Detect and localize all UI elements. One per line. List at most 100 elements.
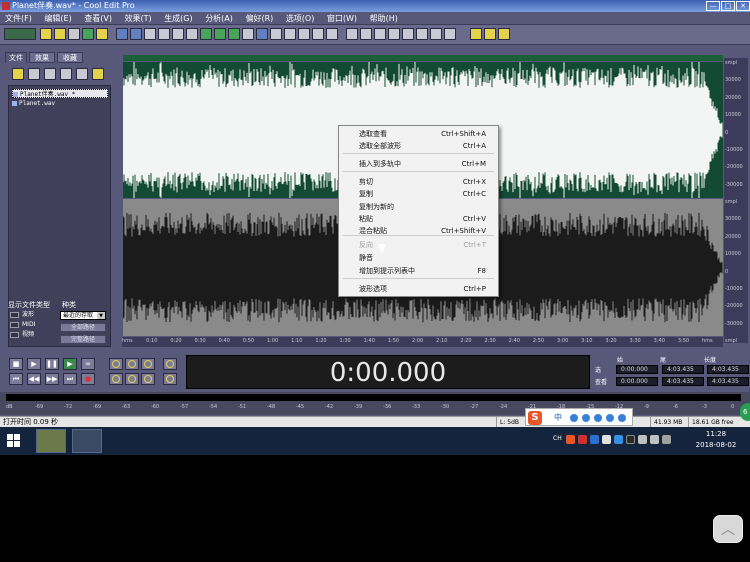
notification-bubble[interactable]: 6 — [740, 403, 750, 421]
menu-options[interactable]: 选项(O) — [281, 12, 320, 25]
play-to-end-button[interactable]: ▶ — [63, 358, 77, 370]
zoom-out-icon[interactable] — [125, 358, 139, 370]
zoom-in-icon[interactable] — [109, 358, 123, 370]
loop-icon[interactable] — [228, 28, 240, 40]
type-midi-checkbox[interactable]: MIDI — [10, 321, 35, 329]
context-menu-item[interactable]: 波形选项 Ctrl+P — [339, 283, 498, 295]
redo-icon[interactable] — [130, 28, 142, 40]
menu-generate[interactable]: 生成(G) — [159, 12, 197, 25]
display-tray-icon[interactable] — [626, 435, 635, 444]
spectral-view-icon[interactable] — [284, 28, 296, 40]
pause-button[interactable]: ❚❚ — [45, 358, 59, 370]
play-button[interactable]: ▶ — [27, 358, 41, 370]
minimize-button[interactable]: — — [706, 1, 720, 11]
zoom-vertical-in-icon[interactable] — [163, 358, 177, 370]
sort-select[interactable]: 最近的存取 ▼ — [60, 311, 106, 320]
context-menu-item[interactable]: 增加到提示列表中 F8 — [339, 265, 498, 277]
go-to-start-button[interactable]: ⏮ — [9, 373, 23, 385]
insert-multitrack-button[interactable] — [60, 68, 72, 80]
taskbar-clock[interactable]: 11:28 2018-08-02 — [693, 429, 739, 453]
snap-icon[interactable] — [312, 28, 324, 40]
language-indicator[interactable]: CH — [553, 435, 562, 442]
marker-icon[interactable] — [298, 28, 310, 40]
chevron-up-icon[interactable]: ︿ — [713, 515, 743, 543]
transport-icon[interactable] — [388, 28, 400, 40]
zoom-right-edge-icon[interactable] — [141, 373, 155, 385]
volume-icon[interactable] — [638, 435, 647, 444]
record-options-icon[interactable] — [470, 28, 482, 40]
view-end-field[interactable]: 4:03.435 — [662, 377, 704, 386]
ime-language-toggle[interactable]: 中 — [554, 412, 562, 423]
file-explorer-taskbar-icon[interactable] — [36, 429, 66, 453]
menu-edit[interactable]: 编辑(E) — [39, 12, 76, 25]
waveform-view-icon[interactable] — [270, 28, 282, 40]
context-menu-item[interactable]: 复制 Ctrl+C — [339, 188, 498, 200]
punctuation-icon[interactable] — [570, 414, 578, 422]
record-button[interactable]: ● — [81, 373, 95, 385]
zoom-window-icon[interactable] — [416, 28, 428, 40]
loop-button[interactable]: ∞ — [81, 358, 95, 370]
paste-icon[interactable] — [172, 28, 184, 40]
selection-length-field[interactable]: 4:03.435 — [707, 365, 749, 374]
open-file-button[interactable] — [12, 68, 24, 80]
zoom-overview-bar[interactable] — [123, 55, 723, 61]
notification-icon[interactable] — [662, 435, 671, 444]
maximize-button[interactable]: □ — [721, 1, 735, 11]
level-meter-icon[interactable] — [444, 28, 456, 40]
info-window-icon[interactable] — [346, 28, 358, 40]
cue-list-icon[interactable] — [360, 28, 372, 40]
edit-file-button[interactable] — [76, 68, 88, 80]
list-item[interactable]: Planet.wav — [12, 99, 108, 108]
cool-edit-taskbar-icon[interactable] — [72, 429, 102, 453]
time-window-icon[interactable] — [402, 28, 414, 40]
mute-icon[interactable] — [214, 28, 226, 40]
tab-favorites[interactable]: 收藏 — [57, 52, 83, 63]
antivirus-tray-icon[interactable] — [578, 435, 587, 444]
zoom-full-icon[interactable] — [141, 358, 155, 370]
save-as-icon[interactable] — [96, 28, 108, 40]
save-icon[interactable] — [82, 28, 94, 40]
close-file-button[interactable] — [44, 68, 56, 80]
view-begin-field[interactable]: 0:00.000 — [616, 377, 658, 386]
close-button[interactable]: ✕ — [736, 1, 750, 11]
selection-end-field[interactable]: 4:03.435 — [662, 365, 704, 374]
rewind-button[interactable]: ◀◀ — [27, 373, 41, 385]
undo-icon[interactable] — [116, 28, 128, 40]
voice-icon[interactable] — [606, 414, 614, 422]
input-method-bar[interactable]: S 中 — [525, 408, 633, 426]
qq-tray-icon[interactable] — [614, 435, 623, 444]
mix-paste-icon[interactable] — [186, 28, 198, 40]
open-file-icon[interactable] — [54, 28, 66, 40]
zoom-left-edge-icon[interactable] — [125, 373, 139, 385]
windows-start-icon[interactable] — [7, 434, 21, 448]
import-button[interactable] — [28, 68, 40, 80]
menu-window[interactable]: 窗口(W) — [322, 12, 362, 25]
play-options-icon[interactable] — [484, 28, 496, 40]
list-item[interactable]: Planet伴奏.wav * — [12, 89, 108, 98]
toolbox-icon[interactable] — [618, 414, 626, 422]
context-menu-item[interactable]: 选取全部波形 Ctrl+A — [339, 140, 498, 152]
network-icon[interactable] — [650, 435, 659, 444]
menu-view[interactable]: 查看(V) — [79, 12, 117, 25]
play-file-button[interactable] — [92, 68, 104, 80]
menu-help[interactable]: 帮助(H) — [365, 12, 403, 25]
zoom-vertical-out-icon[interactable] — [163, 373, 177, 385]
context-menu-item[interactable]: 选取查看 Ctrl+Shift+A — [339, 128, 498, 140]
settings-icon[interactable] — [256, 28, 268, 40]
trim-icon[interactable] — [200, 28, 212, 40]
context-menu-item[interactable]: 复制为新的 — [339, 201, 498, 213]
type-video-checkbox[interactable]: 视频 — [10, 331, 34, 339]
cloud-tray-icon[interactable] — [590, 435, 599, 444]
grid-icon[interactable] — [326, 28, 338, 40]
context-menu-item[interactable]: 反向 Ctrl+T — [339, 239, 498, 251]
type-waveform-checkbox[interactable]: 波形 — [10, 311, 34, 319]
skin-icon[interactable] — [594, 414, 602, 422]
context-menu-item[interactable]: 插入到多轨中 Ctrl+M — [339, 158, 498, 170]
auto-play-button[interactable]: 完整路径 — [60, 335, 106, 344]
zoom-selection-icon[interactable] — [109, 373, 123, 385]
app-tray-icon[interactable] — [602, 435, 611, 444]
selection-begin-field[interactable]: 0:00.000 — [616, 365, 658, 374]
multitrack-toggle-button[interactable] — [4, 28, 36, 40]
menu-file[interactable]: 文件(F) — [0, 12, 37, 25]
cut-icon[interactable] — [144, 28, 156, 40]
